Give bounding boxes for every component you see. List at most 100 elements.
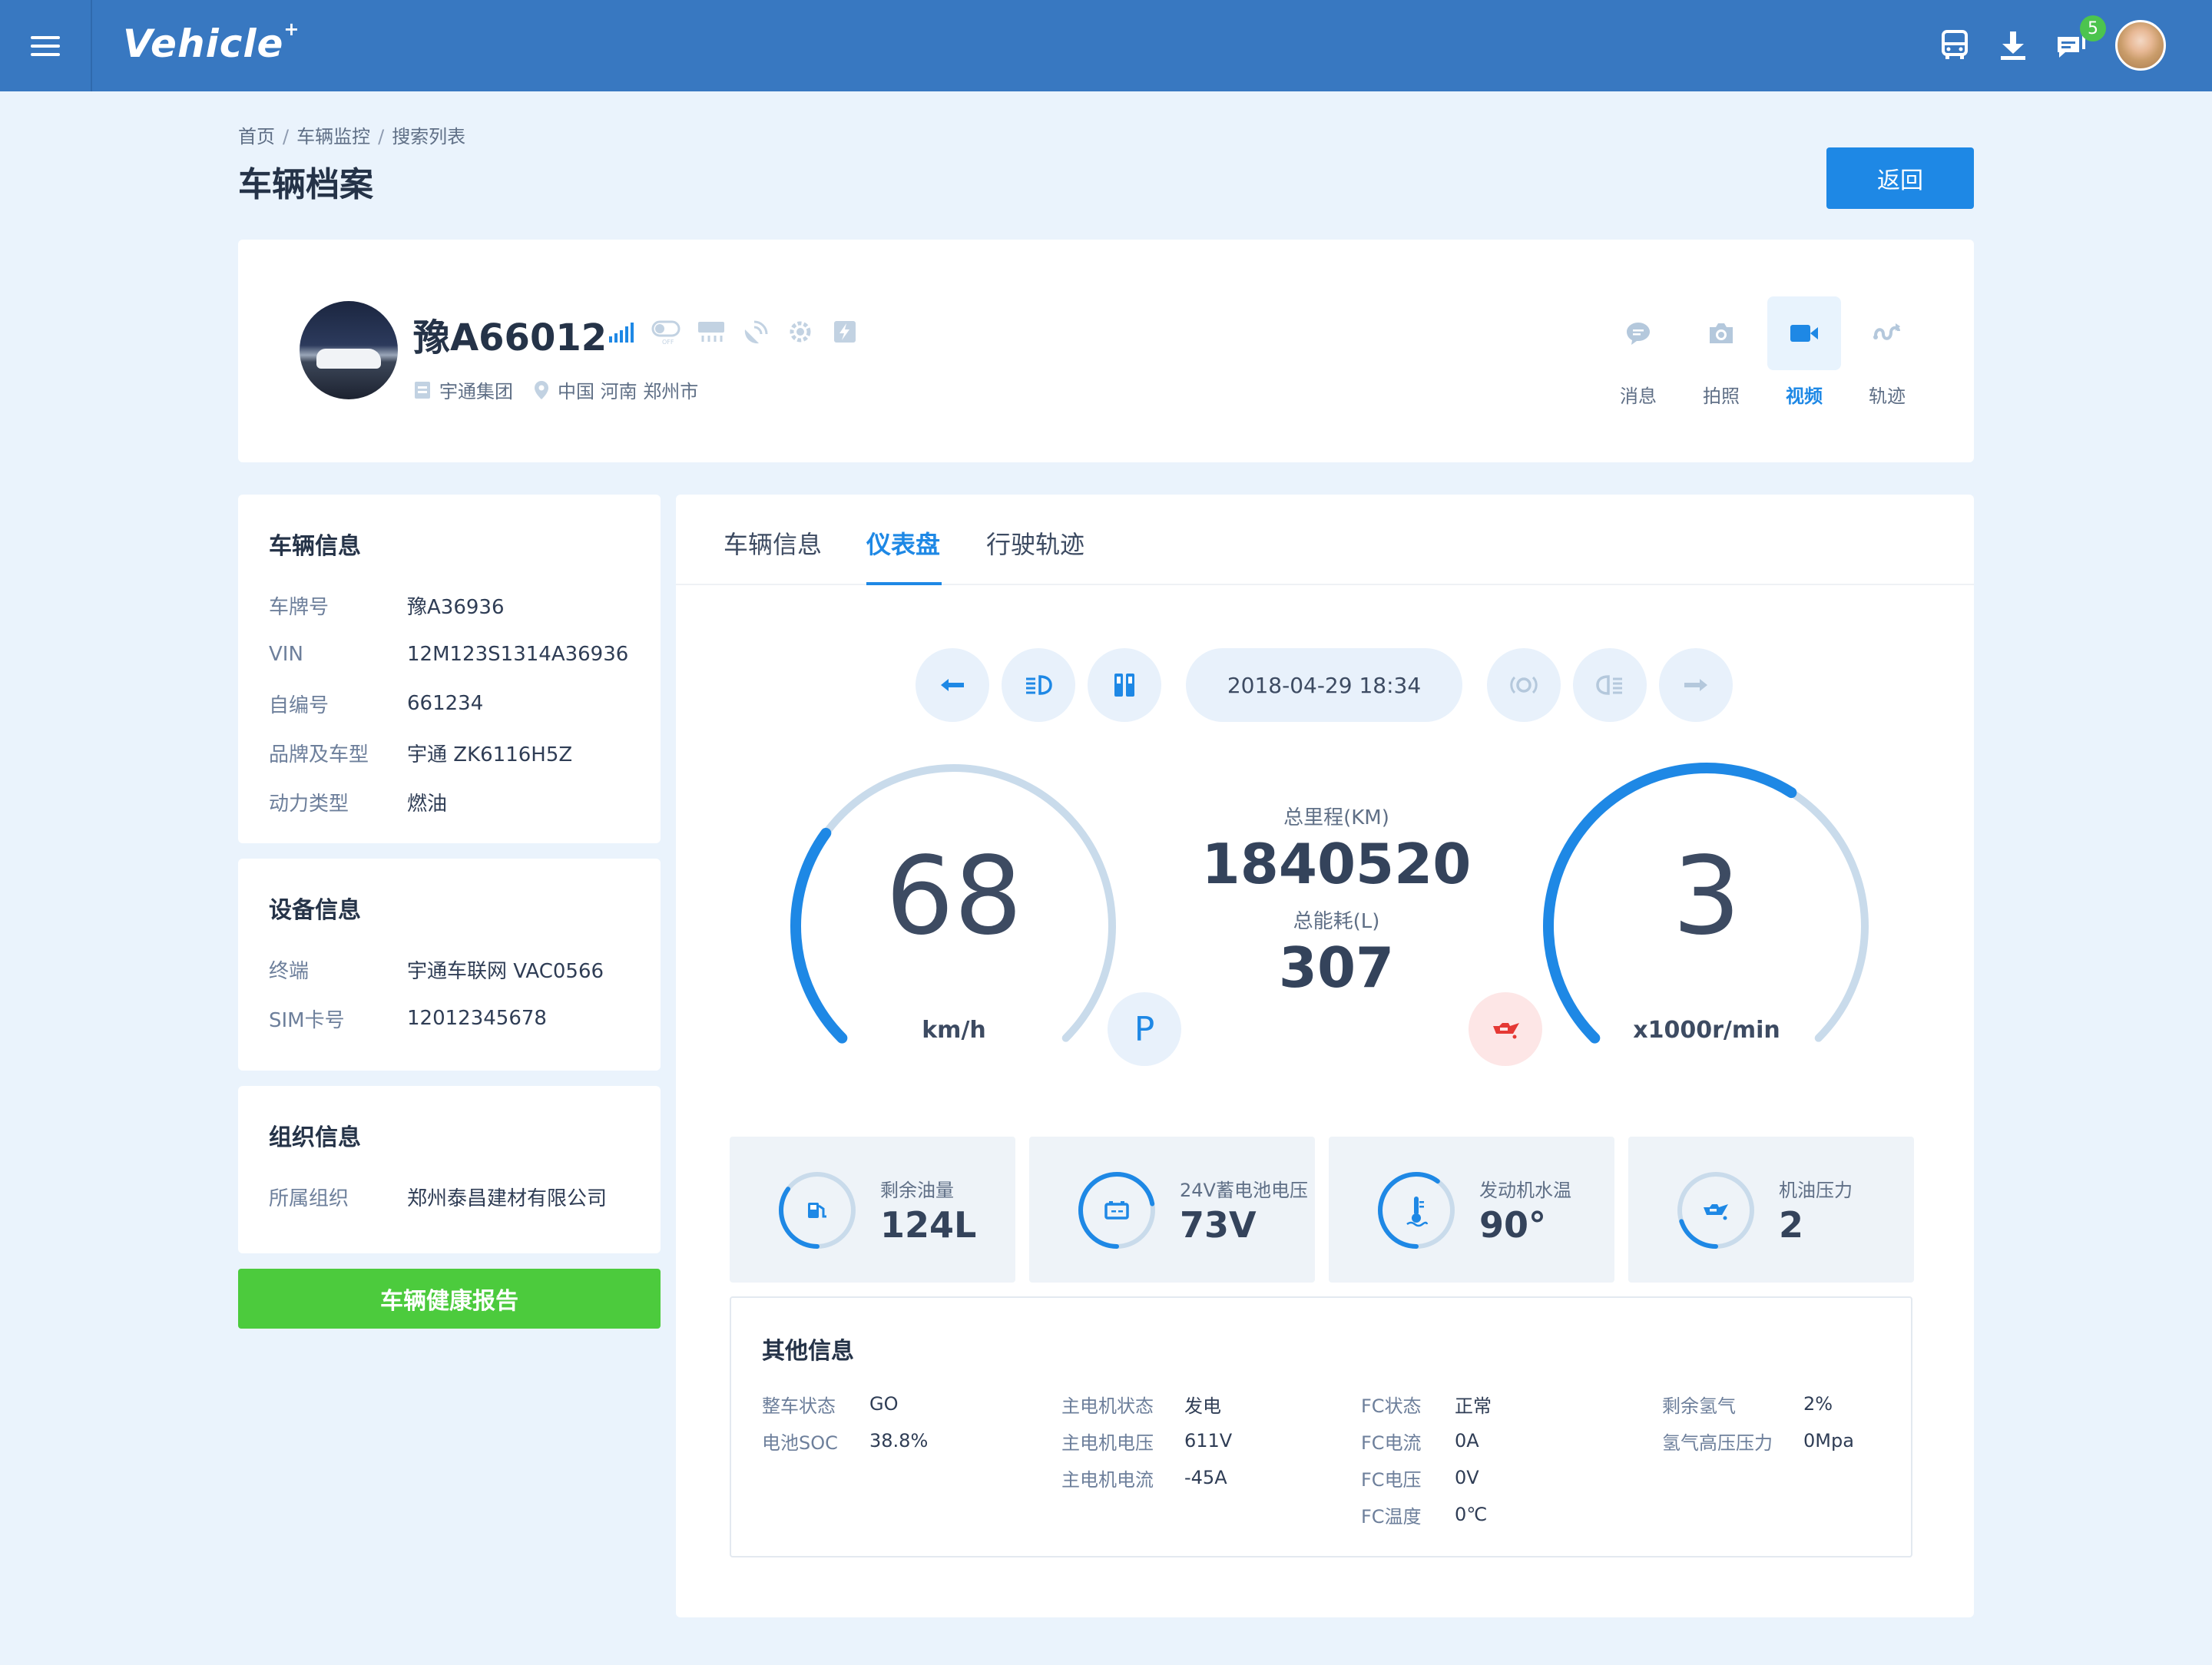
low-beam-button[interactable] xyxy=(1002,648,1075,722)
other-info-row: FC温度 0℃ xyxy=(1361,1504,1488,1528)
page-title: 车辆档案 xyxy=(238,165,373,204)
oil-can-icon xyxy=(1704,1204,1728,1220)
right-turn-signal-button[interactable] xyxy=(1659,648,1733,722)
rpm-gauge: 3 x1000r/min xyxy=(1530,750,1883,1103)
speed-unit: km/h xyxy=(922,1017,986,1044)
other-info-row: 主电机电压 611V xyxy=(1061,1430,1233,1454)
info-row-model: 品牌及车型 宇通 ZK6116H5Z xyxy=(269,743,573,766)
thermometer-icon xyxy=(1406,1197,1429,1227)
brake-warning-icon xyxy=(1510,676,1538,694)
vehicle-actions: 消息 拍照 视频 轨迹 xyxy=(1601,296,1924,408)
rpm-unit: x1000r/min xyxy=(1633,1017,1780,1044)
breadcrumb-monitor[interactable]: 车辆监控 xyxy=(296,126,370,147)
water-temp-ring xyxy=(1378,1172,1455,1249)
other-info-column-fc: FC状态 正常 FC电流 0A FC电压 0V FC温度 0℃ xyxy=(1361,1385,1492,1533)
fog-light-icon xyxy=(1596,675,1622,695)
hamburger-icon xyxy=(31,35,60,56)
stat-fuel: 剩余油量 124L xyxy=(730,1137,1015,1283)
center-stats: 总里程(KM) 1840520 总能耗(L) 307 xyxy=(1137,802,1536,1001)
tab-dashboard[interactable]: 仪表盘 xyxy=(866,525,940,561)
company-name: 宇通集团 xyxy=(439,381,513,402)
vehicle-plate: 豫A66012 xyxy=(413,316,608,359)
user-avatar[interactable] xyxy=(2115,20,2166,71)
org-info-title: 组织信息 xyxy=(269,1124,361,1151)
info-row-org: 所属组织 郑州泰昌建材有限公司 xyxy=(269,1187,608,1210)
other-info-row: 整车状态 GO xyxy=(762,1393,899,1417)
door-button[interactable] xyxy=(1088,648,1161,722)
other-info-row: FC状态 正常 xyxy=(1361,1395,1492,1417)
oil-pressure-ring xyxy=(1677,1172,1754,1249)
left-turn-signal-button[interactable] xyxy=(916,648,989,722)
vehicle-info-title: 车辆信息 xyxy=(269,533,361,560)
action-video[interactable]: 视频 xyxy=(1767,296,1841,408)
back-button[interactable]: 返回 xyxy=(1826,147,1974,209)
arrow-right-icon xyxy=(1684,679,1707,691)
info-row-sim: SIM卡号 12012345678 xyxy=(269,1007,547,1032)
other-info-row: 剩余氢气 2% xyxy=(1662,1393,1833,1417)
info-row-power-type: 动力类型 燃油 xyxy=(269,792,448,816)
mileage-value: 1840520 xyxy=(1201,832,1472,896)
tab-driving-track[interactable]: 行驶轨迹 xyxy=(986,525,1084,561)
device-info-card: 设备信息 终端 宇通车联网 VAC0566 SIM卡号 12012345678 xyxy=(238,859,661,1071)
other-info-row: FC电压 0V xyxy=(1361,1467,1479,1491)
menu-button[interactable] xyxy=(0,0,92,91)
vehicle-photo xyxy=(300,301,398,399)
other-info-panel: 其他信息 整车状态 GO 电池SOC 38.8% 主电机状态 发电 主电机电压 611V… xyxy=(730,1296,1912,1557)
oil-can-warning-icon xyxy=(1493,1023,1519,1039)
info-row-terminal: 终端 宇通车联网 VAC0566 xyxy=(269,959,604,983)
app-logo[interactable]: Vehicle+ xyxy=(123,18,300,66)
breadcrumb: 首页 / 车辆监控 / 搜索列表 xyxy=(238,126,466,147)
arrow-left-icon xyxy=(941,679,964,691)
top-bar: Vehicle+ 5 xyxy=(0,0,2212,91)
org-info-card: 组织信息 所属组织 郑州泰昌建材有限公司 xyxy=(238,1086,661,1253)
chat-bubble-icon xyxy=(1627,323,1650,345)
speed-value: 68 xyxy=(885,834,1023,959)
ac-icon xyxy=(696,318,727,346)
action-track[interactable]: 轨迹 xyxy=(1850,296,1924,408)
brake-button[interactable] xyxy=(1487,648,1561,722)
breadcrumb-home[interactable]: 首页 xyxy=(238,126,275,147)
info-row-vin: VIN 12M123S1314A36936 xyxy=(269,643,629,666)
energy-label: 总能耗(L) xyxy=(1293,910,1380,933)
vehicle-profile-card: 豫A66012 OFF 宇通集团 中国 河南 郑州市 消息 拍照 视频 轨迹 xyxy=(238,240,1974,462)
camera-icon xyxy=(1710,323,1733,343)
gear-icon xyxy=(785,318,816,346)
other-info-row: 主电机电流 -45A xyxy=(1061,1467,1227,1491)
stat-battery: 24V蓄电池电压 73V xyxy=(1029,1137,1315,1283)
info-row-self-number: 自编号 661234 xyxy=(269,692,484,717)
vehicle-meta: 宇通集团 中国 河南 郑州市 xyxy=(413,376,698,403)
other-info-column-motor: 主电机状态 发电 主电机电压 611V 主电机电流 -45A xyxy=(1061,1385,1232,1496)
datetime-display[interactable]: 2018-04-29 18:34 xyxy=(1186,648,1462,722)
fuel-pump-icon xyxy=(808,1203,826,1218)
speed-gauge: 68 km/h xyxy=(777,750,1131,1103)
rpm-value: 3 xyxy=(1672,834,1741,959)
info-row-plate: 车牌号 豫A36936 xyxy=(269,595,505,619)
stat-oil-pressure: 机油压力 2 xyxy=(1628,1137,1914,1283)
message-count-badge: 5 xyxy=(2080,15,2106,41)
download-icon[interactable] xyxy=(1994,26,2032,65)
health-report-button[interactable]: 车辆健康报告 xyxy=(238,1269,661,1329)
route-icon xyxy=(1873,323,1900,340)
svg-text:OFF: OFF xyxy=(662,339,674,345)
location-pin-icon xyxy=(533,379,550,401)
other-info-column-vehicle: 整车状态 GO 电池SOC 38.8% xyxy=(762,1385,928,1459)
status-icons: OFF xyxy=(607,318,860,346)
active-tab-indicator xyxy=(866,582,942,585)
video-camera-icon xyxy=(1790,325,1818,342)
door-icon xyxy=(1114,674,1134,697)
action-message[interactable]: 消息 xyxy=(1601,296,1675,408)
other-info-row: FC电流 0A xyxy=(1361,1430,1479,1454)
battery-icon xyxy=(1104,1201,1129,1220)
tab-vehicle-info[interactable]: 车辆信息 xyxy=(724,525,822,561)
parking-gear-indicator: P xyxy=(1108,992,1181,1066)
other-info-column-hydrogen: 剩余氢气 2% 氢气高压压力 0Mpa xyxy=(1662,1385,1854,1459)
satellite-icon xyxy=(740,318,771,346)
fog-light-button[interactable] xyxy=(1573,648,1647,722)
other-info-row: 电池SOC 38.8% xyxy=(762,1430,929,1454)
device-info-title: 设备信息 xyxy=(269,897,361,924)
action-photo[interactable]: 拍照 xyxy=(1684,296,1758,408)
breadcrumb-search-list[interactable]: 搜索列表 xyxy=(392,126,465,147)
tab-bar: 车辆信息 仪表盘 行驶轨迹 xyxy=(676,495,1974,585)
bus-icon[interactable] xyxy=(1936,26,1974,65)
energy-value: 307 xyxy=(1278,935,1395,1000)
